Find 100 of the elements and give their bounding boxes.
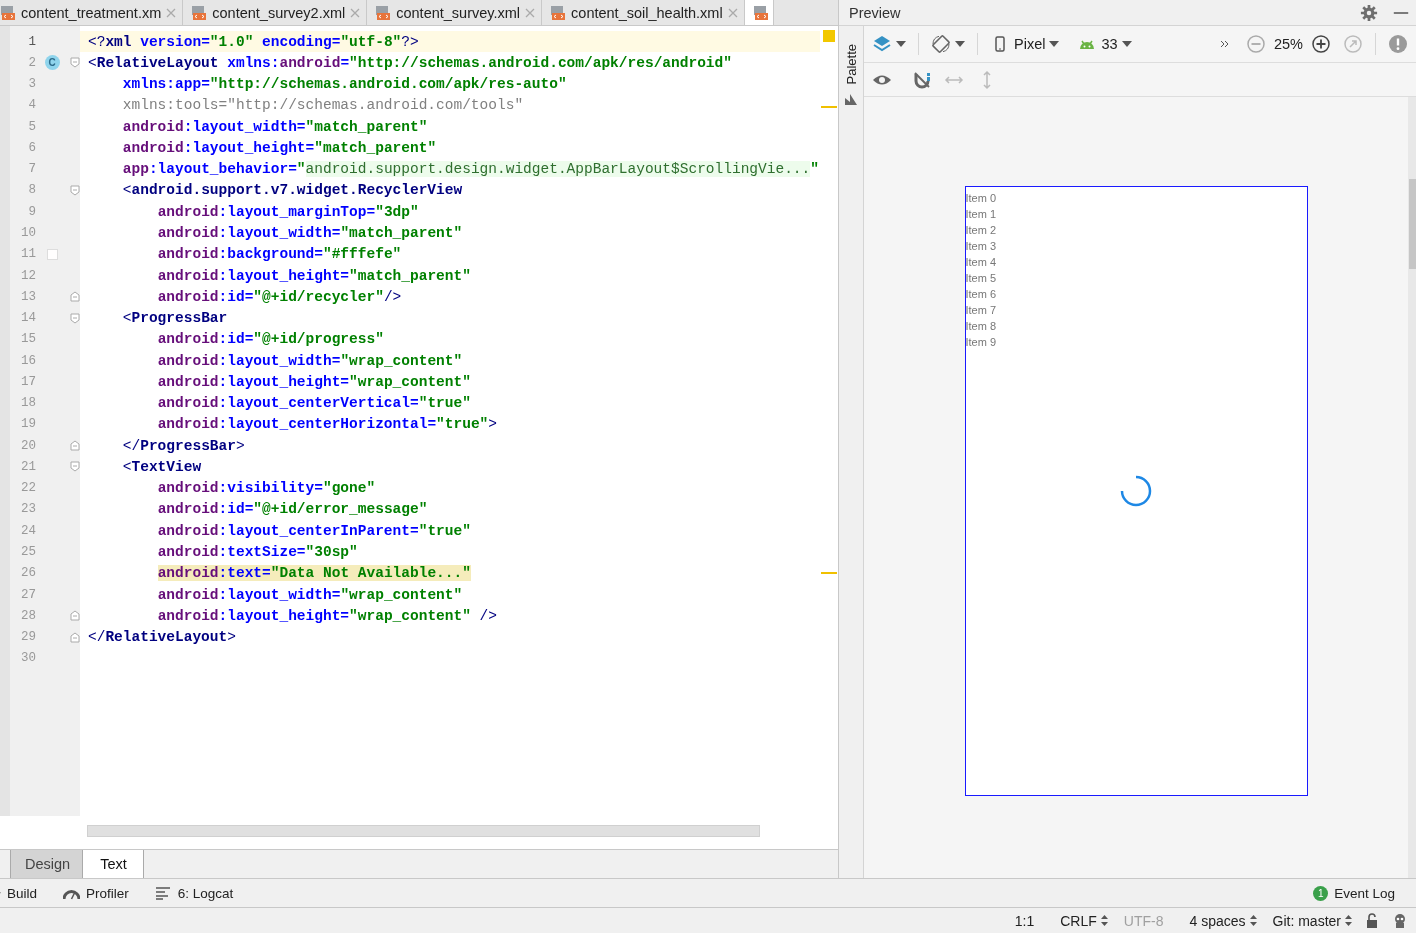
line-number: 12 (20, 268, 36, 283)
api-level-dropdown[interactable]: 33 (1077, 34, 1132, 54)
line-number: 22 (20, 481, 36, 496)
fold-marker-icon[interactable] (70, 57, 80, 69)
file-tab[interactable]: content_survey.xml (367, 0, 543, 25)
line-number: 2 (27, 55, 36, 70)
caret-icon[interactable] (1121, 41, 1132, 47)
close-icon[interactable] (350, 7, 361, 18)
code-line: xmlns:tools="http://schemas.android.com/tools" (121, 97, 524, 114)
settings-icon[interactable] (1360, 3, 1378, 22)
fold-marker-icon[interactable] (70, 461, 80, 473)
xml-file-icon (0, 4, 16, 21)
file-tab[interactable]: content_treatment.xm (0, 0, 184, 25)
caret-icon[interactable] (896, 41, 906, 47)
warning-marker[interactable] (823, 30, 835, 42)
line-number: 14 (20, 311, 36, 326)
code-line: xmlns:app="http://schemas.android.com/apk/res-auto" (121, 76, 567, 93)
caret-icon[interactable] (955, 41, 965, 47)
logcat-icon (154, 886, 172, 901)
line-number: 28 (20, 608, 36, 623)
code-line: android:layout_width="match_parent" (156, 225, 463, 241)
code-line: android:layout_width="wrap_content" (156, 352, 463, 369)
code-line: android:layout_centerHorizontal="true"> (156, 416, 497, 433)
line-number: 3 (27, 77, 36, 92)
line-number: 16 (20, 353, 36, 368)
horizontal-scrollbar[interactable] (87, 825, 760, 838)
code-line: </ProgressBar> (121, 437, 245, 454)
fold-marker-icon[interactable] (70, 291, 80, 303)
up-down-caret-icon (1100, 915, 1108, 926)
line-number: 13 (20, 289, 36, 304)
line-number: 24 (20, 523, 36, 538)
code-line: android:layout_centerVertical="true" (156, 395, 471, 412)
fold-marker-icon[interactable] (70, 631, 80, 643)
line-number: 11 (20, 247, 36, 262)
xml-file-icon (191, 4, 208, 21)
tool-window-button[interactable]: 6: Logcat (154, 885, 234, 901)
list-item: Item 8 (965, 319, 998, 334)
editor-mode-tab[interactable]: Design (10, 850, 84, 879)
chevron-icon[interactable] (1219, 41, 1230, 47)
palette-icon[interactable] (844, 92, 858, 107)
tool-window-button[interactable]: Profiler (63, 885, 129, 901)
tool-window-button[interactable]: Build (0, 885, 38, 901)
code-line: <RelativeLayout xmlns:android="http://schemas.android.com/apk/res/android" (88, 54, 732, 71)
zoom-in-icon[interactable] (1311, 34, 1331, 54)
code-line: </RelativeLayout> (88, 629, 236, 646)
editor-mode-tab[interactable]: Text (83, 850, 144, 879)
code-line: <android.support.v7.widget.RecyclerView (121, 182, 463, 199)
line-number: 15 (20, 332, 36, 347)
fold-marker-icon[interactable] (70, 312, 80, 324)
line-number: 27 (20, 587, 36, 602)
code-line: android:textSize="30sp" (156, 544, 358, 560)
close-icon[interactable] (727, 7, 738, 18)
warning-icon[interactable] (1388, 34, 1408, 54)
line-number: 9 (27, 204, 36, 219)
line-number: 18 (20, 396, 36, 411)
status-item[interactable]: 4 spaces (1189, 912, 1257, 929)
zoom-out-icon[interactable] (1245, 34, 1266, 54)
layers-icon[interactable] (872, 34, 892, 54)
fold-marker-icon[interactable] (70, 610, 80, 622)
scrollbar-thumb[interactable] (1408, 179, 1416, 269)
loading-spinner-icon (1118, 474, 1153, 508)
file-tab[interactable]: content_soil_health.xml (542, 0, 745, 25)
code-line: android:text="Data Not Available..." (156, 565, 471, 582)
event-log-button[interactable]: 1 Event Log (1313, 885, 1395, 901)
inspector-icon[interactable] (1392, 912, 1408, 929)
close-icon[interactable] (166, 7, 177, 18)
status-item[interactable]: Git: master (1272, 912, 1352, 929)
file-tab[interactable] (744, 0, 774, 25)
code-line: android:background="#fffefe" (156, 246, 402, 263)
palette-tab[interactable]: Palette (843, 42, 859, 87)
line-number: 30 (20, 651, 36, 666)
code-line: android:id="@+id/progress" (156, 331, 384, 348)
line-number: 4 (27, 98, 36, 113)
class-badge[interactable]: C (44, 55, 60, 71)
status-item[interactable]: 1:1 (1014, 912, 1035, 929)
line-number: 29 (20, 630, 36, 645)
code-line: <ProgressBar (121, 310, 228, 327)
code-line: android:layout_centerInParent="true" (156, 522, 471, 539)
file-tab[interactable]: content_survey2.xml (183, 0, 368, 25)
rotate-icon[interactable] (931, 34, 951, 54)
list-item: Item 7 (965, 303, 998, 318)
magnet-icon[interactable] (912, 69, 932, 90)
fold-marker-icon[interactable] (70, 440, 80, 452)
line-number: 23 (20, 502, 36, 517)
status-item[interactable]: CRLF (1060, 912, 1108, 929)
device-dropdown[interactable]: Pixel (990, 34, 1060, 54)
code-line: <TextView (121, 458, 202, 475)
lock-icon[interactable] (1364, 912, 1380, 929)
xml-file-icon (550, 4, 567, 21)
up-down-caret-icon (1249, 915, 1257, 926)
panel-title: Preview (849, 4, 902, 21)
fold-marker-icon[interactable] (70, 185, 80, 196)
list-item: Item 2 (965, 223, 998, 238)
list-item: Item 6 (965, 287, 998, 302)
close-icon[interactable] (525, 7, 536, 18)
line-number: 19 (20, 417, 36, 432)
line-number: 10 (20, 226, 36, 240)
line-number: 25 (20, 545, 36, 559)
caret-icon[interactable] (1049, 41, 1060, 47)
zoom-to-fit-icon[interactable] (1343, 34, 1363, 54)
